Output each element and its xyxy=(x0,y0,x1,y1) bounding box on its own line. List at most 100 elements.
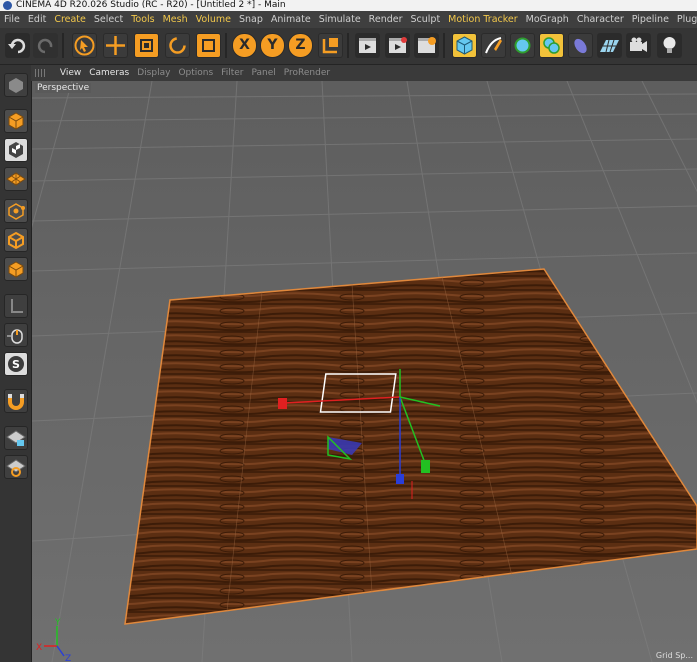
undo-icon xyxy=(8,38,26,54)
menu-item-sculpt[interactable]: Sculpt xyxy=(407,11,445,28)
solo-button[interactable]: S xyxy=(4,352,28,376)
workplane-mode-button[interactable] xyxy=(4,167,28,191)
subdivision-surface-button[interactable] xyxy=(510,33,535,58)
pen-spline-button[interactable] xyxy=(481,33,506,58)
menu-item-pipeline[interactable]: Pipeline xyxy=(628,11,673,28)
redo-button[interactable] xyxy=(33,33,58,58)
light-object-button[interactable] xyxy=(657,33,682,58)
array-icon xyxy=(543,37,560,54)
cube-primitive-button[interactable] xyxy=(452,33,477,58)
model-mode-button[interactable] xyxy=(4,109,28,133)
lock-workplane-button[interactable] xyxy=(4,426,28,450)
viewport-menu-cameras[interactable]: Cameras xyxy=(85,68,133,78)
rotate-icon xyxy=(169,37,186,54)
menu-item-file[interactable]: File xyxy=(0,11,24,28)
menu-item-select[interactable]: Select xyxy=(90,11,127,28)
edges-mode-button[interactable] xyxy=(4,228,28,252)
edges-cube-icon xyxy=(8,231,24,250)
render-settings-button[interactable] xyxy=(414,33,439,58)
menu-item-motion-tracker[interactable]: Motion Tracker xyxy=(444,11,522,28)
wood-floor-plane xyxy=(124,268,697,625)
mouse-icon xyxy=(7,329,23,344)
y-axis-lock-button[interactable]: Y xyxy=(260,33,285,58)
world-coordinates-icon xyxy=(322,38,338,54)
axis-l-icon xyxy=(11,299,23,313)
perspective-viewport[interactable]: Y X Z Perspective Grid Sp... xyxy=(32,81,697,662)
viewport-scene: Y X Z xyxy=(32,81,697,662)
rotate-tool-button[interactable] xyxy=(165,33,190,58)
scale-icon xyxy=(140,39,153,52)
viewport-menu-filter[interactable]: Filter xyxy=(217,68,247,78)
viewport-menu-options[interactable]: Options xyxy=(174,68,217,78)
deformer-button[interactable] xyxy=(568,33,593,58)
floor-grid-icon xyxy=(600,39,619,53)
workplane-grid-icon xyxy=(6,459,26,477)
magnet-icon xyxy=(8,394,24,410)
make-editable-button[interactable] xyxy=(4,73,28,97)
snap-button[interactable] xyxy=(4,389,28,413)
menu-item-volume[interactable]: Volume xyxy=(192,11,235,28)
menu-bar: File Edit Create Select Tools Mesh Volume Snap A… xyxy=(0,11,697,28)
x-axis-label: X xyxy=(239,37,250,53)
menu-item-tools[interactable]: Tools xyxy=(127,11,158,28)
camera-icon xyxy=(630,37,647,52)
make-editable-icon xyxy=(9,78,23,93)
render-to-picture-viewer-button[interactable] xyxy=(385,33,410,58)
menu-item-render[interactable]: Render xyxy=(365,11,407,28)
bend-deformer-icon xyxy=(574,38,587,54)
main-toolbar: X Y Z xyxy=(0,28,697,65)
cinema4d-logo-icon xyxy=(3,1,12,10)
tweak-mode-button[interactable] xyxy=(4,323,28,347)
select-arrow-icon xyxy=(74,35,95,56)
title-bar: CINEMA 4D R20.026 Studio (RC - R20) - [U… xyxy=(0,0,697,11)
array-generator-button[interactable] xyxy=(539,33,564,58)
move-icon xyxy=(106,36,125,55)
viewport-grip-icon[interactable] xyxy=(35,69,47,77)
render-view-button[interactable] xyxy=(355,33,380,58)
clapper-icon xyxy=(359,38,376,53)
axis-x-label: X xyxy=(36,643,42,653)
redo-icon xyxy=(37,38,53,54)
menu-item-mesh[interactable]: Mesh xyxy=(159,11,192,28)
viewport-menu-view[interactable]: View xyxy=(56,68,85,78)
recent-tool-button[interactable] xyxy=(196,33,221,58)
workplane-grid-button[interactable] xyxy=(4,455,28,479)
axis-z-label: Z xyxy=(65,654,71,662)
subdivision-icon xyxy=(514,37,531,54)
checker-cube-icon xyxy=(9,142,23,158)
model-cube-icon xyxy=(8,112,24,130)
clapper-settings-icon xyxy=(418,37,436,53)
viewport-menu-panel[interactable]: Panel xyxy=(247,68,279,78)
points-mode-button[interactable] xyxy=(4,199,28,223)
window-title: CINEMA 4D R20.026 Studio (RC - R20) - [U… xyxy=(16,0,286,10)
menu-item-edit[interactable]: Edit xyxy=(24,11,50,28)
menu-item-mograph[interactable]: MoGraph xyxy=(522,11,573,28)
menu-item-character[interactable]: Character xyxy=(573,11,628,28)
select-tool-button[interactable] xyxy=(72,33,97,58)
texture-mode-button[interactable] xyxy=(4,138,28,162)
viewport-menu-display[interactable]: Display xyxy=(133,68,174,78)
coordinate-system-button[interactable] xyxy=(318,33,343,58)
solo-s-icon: S xyxy=(8,356,24,372)
clapper-viewer-icon xyxy=(389,37,407,53)
menu-item-snap[interactable]: Snap xyxy=(235,11,267,28)
menu-item-animate[interactable]: Animate xyxy=(267,11,315,28)
enable-axis-button[interactable] xyxy=(4,294,28,318)
z-axis-lock-button[interactable]: Z xyxy=(288,33,313,58)
move-tool-button[interactable] xyxy=(103,33,128,58)
menu-item-simulate[interactable]: Simulate xyxy=(315,11,365,28)
svg-text:S: S xyxy=(12,358,20,371)
x-axis-lock-button[interactable]: X xyxy=(232,33,257,58)
grid-spacing-label: Grid Sp... xyxy=(655,651,693,660)
cube-icon xyxy=(456,36,473,55)
polygons-mode-button[interactable] xyxy=(4,257,28,281)
camera-name-label: Perspective xyxy=(35,83,92,93)
recent-tool-icon xyxy=(202,39,215,52)
menu-item-plugins[interactable]: Plugins xyxy=(673,11,697,28)
scale-tool-button[interactable] xyxy=(134,33,159,58)
undo-button[interactable] xyxy=(5,33,30,58)
viewport-menu-prorender[interactable]: ProRender xyxy=(280,68,334,78)
menu-item-create[interactable]: Create xyxy=(50,11,90,28)
camera-object-button[interactable] xyxy=(626,33,651,58)
floor-object-button[interactable] xyxy=(597,33,622,58)
